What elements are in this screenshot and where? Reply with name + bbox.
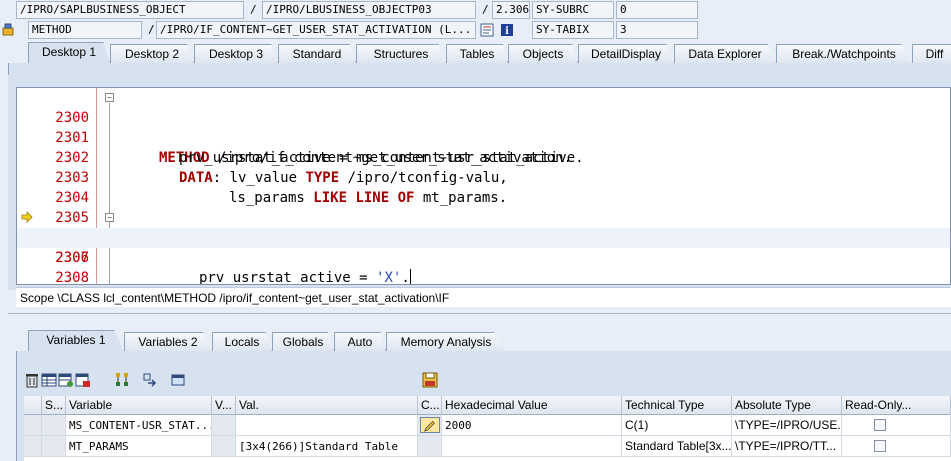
separator: / [148,23,155,36]
code-line-cursor[interactable]: 2307 prv_usrstat_active = 'X'. [17,228,950,284]
main-tab-bar: Desktop 1 Desktop 2 Desktop 3 Standard S… [0,42,951,64]
variable-name-cell[interactable]: MT_PARAMS [66,436,212,457]
source-code-icon[interactable] [480,23,494,37]
code-line[interactable]: 2309 CLEAR prv_usrstat_active. [17,268,950,284]
tab-tables[interactable]: Tables [446,44,508,64]
column-header-read-only[interactable]: Read-Only... [842,396,951,415]
sysvar-value-field[interactable]: 0 [616,1,698,19]
hex-value-cell[interactable] [442,436,622,457]
info-icon[interactable]: i [500,23,514,37]
column-header-value[interactable]: Val. [236,396,418,415]
variables-tab-bar: Variables 1 Variables 2 Locals Globals A… [28,330,951,352]
tab-structures[interactable]: Structures [356,44,446,64]
column-header-hex[interactable]: Hexadecimal Value [442,396,622,415]
read-only-checkbox[interactable] [874,440,886,452]
svg-text:i: i [505,26,509,37]
separator: / [482,3,489,16]
code-line[interactable]: 2302 DATA: lv_value TYPE /ipro/tconfig-v… [17,128,950,186]
scope-path: Scope \CLASS lcl_content\METHOD /ipro/if… [16,287,951,307]
table-settings-icon[interactable] [58,372,74,388]
read-only-checkbox[interactable] [874,419,886,431]
read-only-cell [842,436,951,457]
include-field[interactable]: /IPRO/LBUSINESS_OBJECTP03 [262,1,476,19]
tab-desktop-1[interactable]: Desktop 1 [28,42,110,64]
sysvar-value-field[interactable]: 3 [616,21,698,39]
separator: / [250,3,257,16]
column-header-status[interactable] [24,396,42,415]
tab-auto[interactable]: Auto [334,332,386,352]
tab-variables-1[interactable]: Variables 1 [28,330,124,352]
tab-variables-2[interactable]: Variables 2 [124,332,212,352]
code-line[interactable]: 2305 READ TABLE mt_params INTO ls_params… [17,188,950,246]
tab-standard[interactable]: Standard [278,44,356,64]
method-icon [2,23,14,36]
sysvar-name-field[interactable]: SY-TABIX [532,21,614,39]
change-cell[interactable] [418,415,442,436]
column-header-variable[interactable]: Variable [66,396,212,415]
sysvar-name-field[interactable]: SY-SUBRC [532,1,614,19]
tab-objects[interactable]: Objects [508,44,578,64]
table-cell [212,415,236,436]
read-only-cell [842,415,951,436]
tab-locals[interactable]: Locals [212,332,272,352]
tab-globals[interactable]: Globals [272,332,334,352]
row-selector[interactable] [24,415,42,436]
column-header-absolute-type[interactable]: Absolute Type [732,396,842,415]
technical-type-cell: C(1) [622,415,732,436]
tab-detail-display[interactable]: DetailDisplay [578,44,674,64]
save-icon[interactable] [422,372,438,388]
hex-value-cell[interactable]: 2000 [442,415,622,436]
column-header-v[interactable]: V... [212,396,236,415]
current-statement-arrow-icon [21,211,33,223]
code-line[interactable]: 2303 ls_params LIKE LINE OF mt_params. [17,148,950,206]
row-selector[interactable] [24,436,42,457]
technical-type-cell: Standard Table[3x... [622,436,732,457]
table-cell [212,436,236,457]
tab-breakpoints-watchpoints[interactable]: Break./Watchpoints [776,44,912,64]
type-field[interactable]: METHOD [28,21,142,39]
value-cell[interactable]: [3x4(266)]Standard Table [236,436,418,457]
variables-toolbar [24,372,438,390]
debugger-info-row-1: /IPRO/SAPLBUSINESS_OBJECT / /IPRO/LBUSIN… [0,1,951,21]
line-number-field[interactable]: 2.306 [492,1,530,19]
fold-toggle-icon[interactable]: − [105,213,114,222]
absolute-type-cell: \TYPE=/IPRO/USE... [732,415,842,436]
tab-desktop-3[interactable]: Desktop 3 [194,44,278,64]
change-cell[interactable] [418,436,442,457]
column-header-status[interactable]: S... [42,396,66,415]
edit-pencil-icon[interactable] [420,417,440,433]
table-icon[interactable] [41,372,57,388]
code-line[interactable]: 2308 ELSE. [17,248,950,284]
program-field[interactable]: /IPRO/SAPLBUSINESS_OBJECT [16,1,244,19]
table-cell [42,436,66,457]
variable-name-cell[interactable]: MS_CONTENT-USR_STAT... [66,415,212,436]
debugger-info-row-2: METHOD / /IPRO/IF_CONTENT~GET_USER_STAT_… [0,21,951,41]
tab-data-explorer[interactable]: Data Explorer [674,44,776,64]
table-cell [42,415,66,436]
code-line-current[interactable]: 2306 − IF sy-subrc EQ 0 AND ls_params-va… [17,208,950,266]
hierarchy-icon[interactable] [114,372,130,388]
delete-icon[interactable] [24,372,40,388]
code-line[interactable]: 2304 [17,168,950,206]
column-header-change[interactable]: C... [418,396,442,415]
absolute-type-cell: \TYPE=/IPRO/TT... [732,436,842,457]
source-code-editor[interactable]: 2300 − METHOD /ipro/if_content~get_user_… [16,87,951,285]
filter-icon[interactable] [170,372,186,388]
tab-content-strip [8,63,951,75]
code-line[interactable]: 2300 − METHOD /ipro/if_content~get_user_… [17,88,950,166]
value-cell[interactable] [236,415,418,436]
fold-toggle-icon[interactable]: − [105,93,114,102]
navigate-icon[interactable] [142,372,158,388]
tab-desktop-2[interactable]: Desktop 2 [110,44,194,64]
variables-table: S... Variable V... Val. C... Hexadecimal… [24,396,951,461]
event-field[interactable]: /IPRO/IF_CONTENT~GET_USER_STAT_ACTIVATIO… [156,21,476,39]
code-line[interactable]: 2301 prv_usrstat_active = ms_content-usr… [17,108,950,166]
tab-memory-analysis[interactable]: Memory Analysis [386,332,506,352]
tab-diff[interactable]: Diff [912,44,951,64]
column-header-technical-type[interactable]: Technical Type [622,396,732,415]
table-export-icon[interactable] [75,372,91,388]
